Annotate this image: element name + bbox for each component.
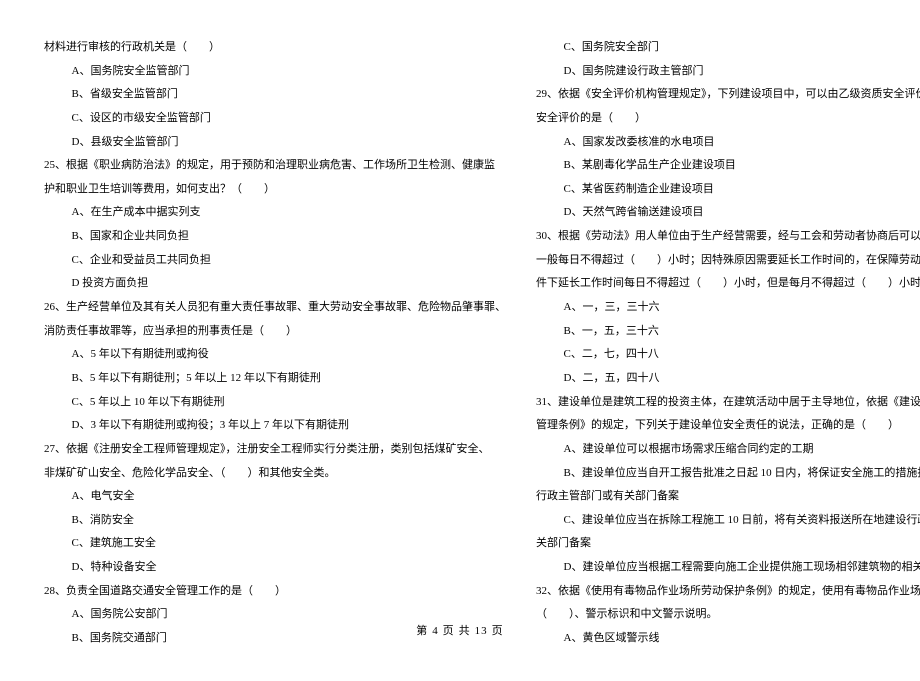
q30-stem-line3: 件下延长工作时间每日不得超过（ ）小时，但是每月不得超过（ ）小时。: [536, 272, 920, 296]
q27-stem-line1: 27、依据《注册安全工程师管理规定》，注册安全工程师实行分类注册，类别包括煤矿安…: [44, 438, 506, 462]
q29-option-d: D、天然气跨省输送建设项目: [536, 201, 920, 225]
q30-option-d: D、二，五，四十八: [536, 367, 920, 391]
q24-stem-continued: 材料进行审核的行政机关是（ ）: [44, 36, 506, 60]
q29-option-a: A、国家发改委核准的水电项目: [536, 131, 920, 155]
q31-option-d: D、建设单位应当根据工程需要向施工企业提供施工现场相邻建筑物的相关资料: [536, 556, 920, 580]
q26-stem-line1: 26、生产经营单位及其有关人员犯有重大责任事故罪、重大劳动安全事故罪、危险物品肇…: [44, 296, 506, 320]
q25-option-c: C、企业和受益员工共同负担: [44, 249, 506, 273]
q31-option-a: A、建设单位可以根据市场需求压缩合同约定的工期: [536, 438, 920, 462]
q32-stem-line1: 32、依据《使用有毒物品作业场所劳动保护条例》的规定，使用有毒物品作业场所应当设…: [536, 580, 920, 604]
q25-stem-line2: 护和职业卫生培训等费用，如何支出？（ ）: [44, 178, 506, 202]
q31-stem-line1: 31、建设单位是建筑工程的投资主体，在建筑活动中居于主导地位，依据《建设工程安全…: [536, 391, 920, 415]
q26-option-b: B、5 年以下有期徒刑；5 年以上 12 年以下有期徒刑: [44, 367, 506, 391]
page-body: 材料进行审核的行政机关是（ ） A、国务院安全监管部门 B、省级安全监管部门 C…: [0, 0, 920, 681]
q31-stem-line2: 管理条例》的规定，下列关于建设单位安全责任的说法，正确的是（ ）: [536, 414, 920, 438]
q31-option-b-line2: 行政主管部门或有关部门备案: [536, 485, 920, 509]
q25-stem-line1: 25、根据《职业病防治法》的规定，用于预防和治理职业病危害、工作场所卫生检测、健…: [44, 154, 506, 178]
q25-option-a: A、在生产成本中据实列支: [44, 201, 506, 225]
q28-stem: 28、负责全国道路交通安全管理工作的是（ ）: [44, 580, 506, 604]
q28-option-c: C、国务院安全部门: [536, 36, 920, 60]
q27-option-a: A、电气安全: [44, 485, 506, 509]
q29-stem-line1: 29、依据《安全评价机构管理规定》，下列建设项目中，可以由乙级资质安全评价机构承…: [536, 83, 920, 107]
q24-option-d: D、县级安全监管部门: [44, 131, 506, 155]
q27-option-d: D、特种设备安全: [44, 556, 506, 580]
q26-stem-line2: 消防责任事故罪等，应当承担的刑事责任是（ ）: [44, 320, 506, 344]
page-footer: 第 4 页 共 13 页: [0, 622, 920, 638]
q25-option-d: D 投资方面负担: [44, 272, 506, 296]
q30-option-c: C、二，七，四十八: [536, 343, 920, 367]
q30-option-b: B、一，五，三十六: [536, 320, 920, 344]
q27-option-b: B、消防安全: [44, 509, 506, 533]
q26-option-c: C、5 年以上 10 年以下有期徒刑: [44, 391, 506, 415]
q27-option-c: C、建筑施工安全: [44, 532, 506, 556]
q24-option-a: A、国务院安全监管部门: [44, 60, 506, 84]
q30-stem-line2: 一般每日不得超过（ ）小时；因特殊原因需要延长工作时间的，在保障劳动者身体健康的…: [536, 249, 920, 273]
q29-option-c: C、某省医药制造企业建设项目: [536, 178, 920, 202]
right-column: C、国务院安全部门 D、国务院建设行政主管部门 29、依据《安全评价机构管理规定…: [536, 36, 920, 651]
q29-stem-line2: 安全评价的是（ ）: [536, 107, 920, 131]
q26-option-a: A、5 年以下有期徒刑或拘役: [44, 343, 506, 367]
q31-option-c-line1: C、建设单位应当在拆除工程施工 10 日前，将有关资料报送所在地建设行政主管部门…: [536, 509, 920, 533]
q29-option-b: B、某剧毒化学品生产企业建设项目: [536, 154, 920, 178]
q31-option-c-line2: 关部门备案: [536, 532, 920, 556]
q24-option-c: C、设区的市级安全监管部门: [44, 107, 506, 131]
q28-option-d: D、国务院建设行政主管部门: [536, 60, 920, 84]
q26-option-d: D、3 年以下有期徒刑或拘役；3 年以上 7 年以下有期徒刑: [44, 414, 506, 438]
q30-option-a: A、一，三，三十六: [536, 296, 920, 320]
q30-stem-line1: 30、根据《劳动法》用人单位由于生产经营需要，经与工会和劳动者协商后可以延长工作…: [536, 225, 920, 249]
q24-option-b: B、省级安全监管部门: [44, 83, 506, 107]
q27-stem-line2: 非煤矿矿山安全、危险化学品安全、（ ）和其他安全类。: [44, 462, 506, 486]
left-column: 材料进行审核的行政机关是（ ） A、国务院安全监管部门 B、省级安全监管部门 C…: [44, 36, 506, 651]
q31-option-b-line1: B、建设单位应当自开工报告批准之日起 10 日内，将保证安全施工的措施报送所在地…: [536, 462, 920, 486]
q25-option-b: B、国家和企业共同负担: [44, 225, 506, 249]
